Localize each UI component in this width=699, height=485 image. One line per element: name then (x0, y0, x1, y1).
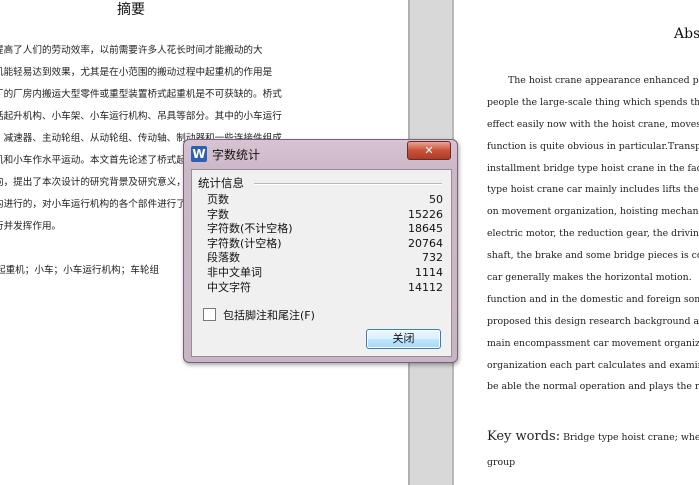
text-line: organization each part calculates and ex… (487, 359, 699, 371)
stat-row-words: 字数 15226 (207, 208, 443, 223)
text-line: 机能轻易达到效果，尤其是在小范围的搬动过程中起重机的作用是 (0, 67, 273, 78)
include-footnotes-label[interactable]: 包括脚注和尾注(F) (223, 307, 315, 323)
text-line: effect easily now with the hoist crane, … (487, 118, 699, 130)
stat-row-paragraphs: 段落数 732 (207, 251, 443, 266)
stat-label: 段落数 (207, 251, 240, 265)
text-line: function and in the domestic and foreign… (487, 293, 699, 305)
dialog-title: 字数统计 (212, 148, 261, 162)
stat-value: 14112 (408, 280, 443, 294)
right-document-page: Abst The hoist crane appearance enhanced… (454, 0, 699, 485)
stat-value: 15226 (408, 207, 443, 221)
stat-label: 字符数(计空格) (207, 236, 282, 250)
text-line: 提高了人们的劳动效率，以前需要许多人花长时间才能搬动的大 (0, 45, 263, 56)
stat-value: 20764 (408, 236, 443, 250)
stat-value: 1114 (415, 265, 443, 279)
text-line: electric motor, the reduction gear, the … (487, 228, 699, 240)
text-line: 括起升机构、小车架、小车运行机构、吊具等部分。其中的小车运行 (0, 111, 282, 122)
dialog-content: 统计信息 页数 50 字数 15226 字符数(不计空格) 18645 字符数(… (191, 169, 452, 357)
stat-value: 50 (429, 193, 443, 206)
text-line: people the large-scale thing which spend… (487, 96, 699, 108)
stat-row-characters-no-spaces: 字符数(不计空格) 18645 (207, 222, 443, 237)
text-line: on movement organization, hoisting mecha… (487, 206, 699, 218)
text-line: type hoist crane car mainly includes lif… (487, 184, 699, 196)
text-line: main encompassment car movement organiz (487, 337, 699, 349)
word-count-dialog: W 字数统计 ✕ 统计信息 页数 50 字数 15226 字符数(不计空格) 1… (183, 139, 458, 363)
stat-label: 非中文单词 (207, 265, 262, 279)
statistics-table: 页数 50 字数 15226 字符数(不计空格) 18645 字符数(计空格) … (207, 193, 443, 295)
close-icon[interactable]: ✕ (407, 141, 451, 160)
english-abstract-title: Abst (674, 26, 699, 42)
wps-writer-icon: W (191, 146, 207, 162)
english-keywords: Key words: Bridge type hoist crane; whee… (487, 424, 699, 475)
stat-value: 18645 (408, 222, 443, 236)
stat-row-pages: 页数 50 (207, 193, 443, 208)
stat-value: 732 (422, 251, 443, 265)
text-line: 厂的厂房内搬运大型零件或重型装置桥式起重机是不可获缺的。桥式 (0, 89, 282, 100)
english-abstract-body: The hoist crane appearance enhanced peo … (487, 70, 699, 398)
stat-label: 中文字符 (207, 280, 251, 294)
stat-label: 字数 (207, 207, 229, 221)
chinese-keywords: 起重机；小车；小车运行机构；车轮组 (0, 265, 160, 276)
keywords-text: Bridge type hoist crane; wheelba (563, 432, 699, 443)
close-button[interactable]: 关闭 (366, 329, 441, 349)
statistics-section-header: 统计信息 (198, 176, 244, 190)
keywords-label: Key words: (487, 429, 561, 444)
text-line: installment bridge type hoist crane in t… (487, 162, 699, 174)
text-line: shaft, the brake and some bridge pieces … (487, 250, 699, 262)
stat-row-characters-with-spaces: 字符数(计空格) 20764 (207, 237, 443, 252)
text-line: function is quite obvious in particular.… (487, 140, 699, 152)
section-divider (254, 183, 442, 185)
chinese-abstract-title: 摘要 (117, 2, 145, 18)
stat-label: 字符数(不计空格) (207, 222, 293, 236)
text-line: proposed this design research background… (487, 315, 699, 327)
stat-label: 页数 (207, 193, 229, 206)
stat-row-non-chinese-words: 非中文单词 1114 (207, 266, 443, 281)
keywords-text-continued: group (487, 457, 516, 468)
stat-row-chinese-characters: 中文字符 14112 (207, 281, 443, 296)
text-line: be able the normal operation and plays t… (487, 381, 699, 393)
text-line: car generally makes the horizontal motio… (487, 272, 692, 284)
text-line: The hoist crane appearance enhanced peo (508, 75, 699, 86)
include-footnotes-checkbox[interactable] (203, 308, 216, 321)
